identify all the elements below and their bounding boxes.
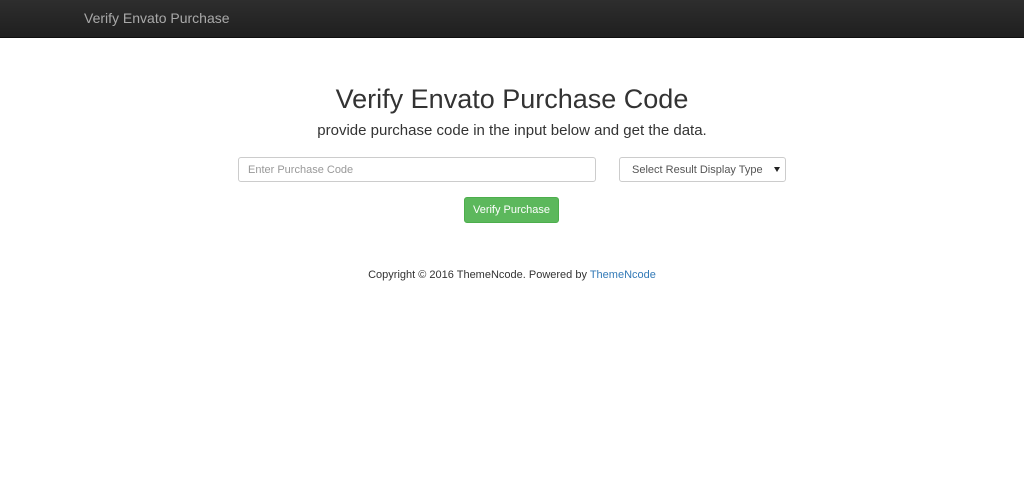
footer: Copyright © 2016 ThemeNcode. Powered by … xyxy=(0,269,1024,281)
caret-down-icon xyxy=(774,167,780,172)
footer-copyright-text: Copyright © 2016 ThemeNcode. Powered by xyxy=(368,269,590,281)
select-selected-value: Select Result Display Type xyxy=(632,164,763,176)
page-subtitle: provide purchase code in the input below… xyxy=(317,122,707,139)
footer-themencode-link[interactable]: ThemeNcode xyxy=(590,269,656,281)
purchase-code-input[interactable] xyxy=(238,157,596,182)
top-navbar: Verify Envato Purchase xyxy=(0,0,1024,38)
result-display-type-select[interactable]: Select Result Display Type xyxy=(619,157,786,182)
verify-purchase-button[interactable]: Verify Purchase xyxy=(464,197,559,223)
navbar-brand-link[interactable]: Verify Envato Purchase xyxy=(84,10,230,26)
page-title: Verify Envato Purchase Code xyxy=(335,84,689,114)
